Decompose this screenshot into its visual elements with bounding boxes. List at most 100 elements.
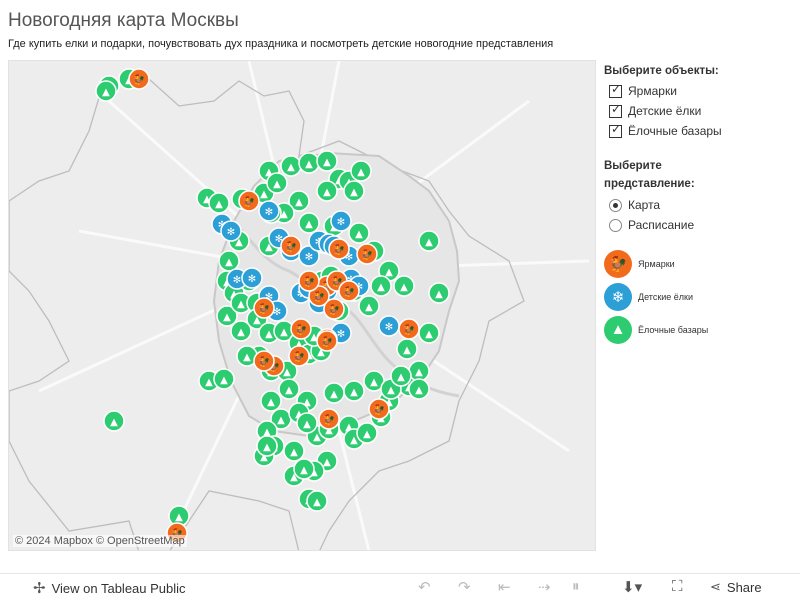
svg-text:▲: ▲ (403, 345, 411, 356)
redo-icon[interactable]: ↷ (458, 578, 471, 596)
view-selector-header: Выберите представление: (604, 160, 695, 190)
check-icon: ✓ (611, 81, 622, 96)
kids-tree-marker[interactable]: ✻ (220, 220, 242, 242)
svg-text:✻: ✻ (337, 217, 345, 228)
fair-marker[interactable]: 🐓 (288, 345, 310, 367)
fir-tree-marker[interactable]: ▲ (343, 180, 365, 202)
fir-tree-marker[interactable]: ▲ (266, 172, 288, 194)
fir-tree-marker[interactable]: ▲ (95, 80, 117, 102)
fir-tree-marker[interactable]: ▲ (218, 250, 240, 272)
svg-text:▲: ▲ (377, 282, 385, 293)
filter-kids-trees[interactable]: ✓ Детские ёлки (604, 101, 794, 121)
radio-map[interactable] (609, 198, 622, 212)
fair-marker[interactable]: 🐓 (290, 318, 312, 340)
fir-tree-marker[interactable]: ▲ (296, 412, 318, 434)
fir-tree-marker[interactable]: ▲ (408, 360, 430, 382)
checkbox-tree-markets[interactable]: ✓ (609, 122, 622, 138)
svg-text:▲: ▲ (225, 257, 233, 268)
view-option-schedule-label: Расписание (628, 218, 695, 232)
fair-marker[interactable]: 🐓 (298, 270, 320, 292)
fir-tree-marker[interactable]: ▲ (256, 435, 278, 457)
fir-tree-marker[interactable]: ▲ (316, 180, 338, 202)
fir-tree-marker[interactable]: ▲ (393, 275, 415, 297)
fair-marker[interactable]: 🐓 (338, 280, 360, 302)
view-on-tableau-link[interactable]: ✢ View on Tableau Public (33, 579, 186, 597)
fir-tree-marker[interactable]: ▲ (208, 192, 230, 214)
fir-tree-marker[interactable]: ▲ (370, 275, 392, 297)
checkbox-fairs[interactable]: ✓ (609, 81, 622, 98)
legend-label: Ёлочные базары (638, 324, 709, 335)
svg-text:▲: ▲ (323, 157, 331, 168)
fair-marker[interactable]: 🐓 (253, 297, 275, 319)
kids-tree-marker[interactable]: ✻ (241, 267, 263, 289)
svg-text:▲: ▲ (305, 219, 313, 230)
fir-tree-marker[interactable]: ▲ (418, 230, 440, 252)
svg-text:▲: ▲ (237, 327, 245, 338)
svg-text:▲: ▲ (290, 447, 298, 458)
fullscreen-icon[interactable]: ⛶ (672, 578, 683, 595)
svg-text:▲: ▲ (435, 289, 443, 300)
filter-tree-markets[interactable]: ✓ Ёлочные базары (604, 121, 794, 141)
svg-text:▲: ▲ (280, 327, 288, 338)
fir-tree-marker[interactable]: ▲ (408, 378, 430, 400)
map-canvas[interactable]: ▲▲ ▲▲▲▲▲ ▲ ▲▲▲▲▲▲▲▲▲▲▲▲▲▲▲▲ ▲▲▲▲ ▲▲▲▲▲▲▲▲ ▲▲▲▲… (9, 61, 596, 551)
share-button[interactable]: ⋖ Share (710, 579, 762, 595)
fir-tree-marker[interactable]: ▲ (390, 365, 412, 387)
fir-tree-marker[interactable]: ▲ (418, 322, 440, 344)
fair-marker[interactable]: 🐓 (316, 330, 338, 352)
fir-tree-marker[interactable]: ▲ (103, 410, 125, 432)
fir-tree-marker[interactable]: ▲ (306, 490, 328, 512)
fir-tree-marker[interactable]: ▲ (356, 422, 378, 444)
legend: 🐓 Ярмарки ❄ Детские ёлки ▲ Ёлочные базар… (604, 247, 794, 346)
fair-marker[interactable]: 🐓 (328, 238, 350, 260)
radio-schedule[interactable] (609, 218, 622, 232)
fair-marker[interactable]: 🐓 (356, 243, 378, 265)
pause-icon[interactable]: ⏸ (572, 578, 580, 595)
kids-tree-marker[interactable]: ✻ (330, 210, 352, 232)
fir-tree-marker[interactable]: ▲ (323, 382, 345, 404)
download-icon[interactable]: ⬇▾ (622, 578, 642, 596)
svg-text:🐓: 🐓 (303, 275, 315, 288)
view-option-schedule[interactable]: Расписание (604, 215, 794, 235)
kids-tree-marker[interactable]: ✻ (258, 200, 280, 222)
view-on-tableau-label: View on Tableau Public (51, 580, 186, 596)
fir-tree-marker[interactable]: ▲ (260, 390, 282, 412)
fir-tree-marker[interactable]: ▲ (280, 155, 302, 177)
fir-tree-marker[interactable]: ▲ (316, 150, 338, 172)
kids-tree-marker[interactable]: ✻ (378, 315, 400, 337)
fair-marker[interactable]: 🐓 (398, 318, 420, 340)
fir-tree-marker[interactable]: ▲ (293, 458, 315, 480)
fair-marker[interactable]: 🐓 (253, 350, 275, 372)
fir-tree-marker[interactable]: ▲ (348, 222, 370, 244)
map-attribution[interactable]: © 2024 Mapbox © OpenStreetMap (13, 535, 187, 547)
rooster-icon: 🐓 (604, 249, 632, 278)
fair-marker[interactable]: 🐓 (368, 398, 390, 420)
svg-text:✻: ✻ (233, 275, 241, 286)
checkbox-kids-trees[interactable]: ✓ (609, 102, 622, 118)
revert-icon[interactable]: ⇤ (498, 578, 511, 596)
fair-marker[interactable]: 🐓 (128, 68, 150, 90)
fir-tree-marker[interactable]: ▲ (396, 338, 418, 360)
fair-marker[interactable]: 🐓 (323, 298, 345, 320)
fir-tree-marker[interactable]: ▲ (283, 440, 305, 462)
fair-marker[interactable]: 🐓 (318, 408, 340, 430)
svg-text:▲: ▲ (223, 312, 231, 323)
fir-tree-marker[interactable]: ▲ (213, 368, 235, 390)
undo-icon[interactable]: ↶ (418, 578, 431, 596)
view-option-map[interactable]: Карта (604, 195, 794, 215)
refresh-icon[interactable]: ⇢ (538, 578, 551, 596)
filter-fairs[interactable]: ✓ Ярмарки (604, 81, 794, 101)
svg-text:▲: ▲ (287, 162, 295, 173)
fir-tree-marker[interactable]: ▲ (350, 160, 372, 182)
fir-tree-marker[interactable]: ▲ (358, 295, 380, 317)
moscow-map[interactable]: ▲ ▲ ▲ ▲ ▲ ▲ ▲ ▲ ▲ ▲ ▲ ▲ ▲ ▲ ▲ ▲ ▲ ▲ ▲ ▲ ▲ ▲ ▲ ▲ ▲ ▲ ▲ ▲ ▲ ▲ ▲ ▲ ▲ ▲ ▲ ▲ ▲ ▲ ▲ ▲… (8, 60, 596, 551)
filter-fairs-label: Ярмарки (628, 84, 677, 98)
fair-marker[interactable]: 🐓 (238, 190, 260, 212)
fir-tree-marker[interactable]: ▲ (298, 212, 320, 234)
fair-marker[interactable]: 🐓 (280, 235, 302, 257)
fir-tree-marker[interactable]: ▲ (278, 378, 300, 400)
fir-tree-marker[interactable]: ▲ (343, 380, 365, 402)
fir-tree-marker[interactable]: ▲ (428, 282, 450, 304)
svg-text:🐓: 🐓 (403, 323, 415, 336)
fir-tree-marker[interactable]: ▲ (298, 152, 320, 174)
